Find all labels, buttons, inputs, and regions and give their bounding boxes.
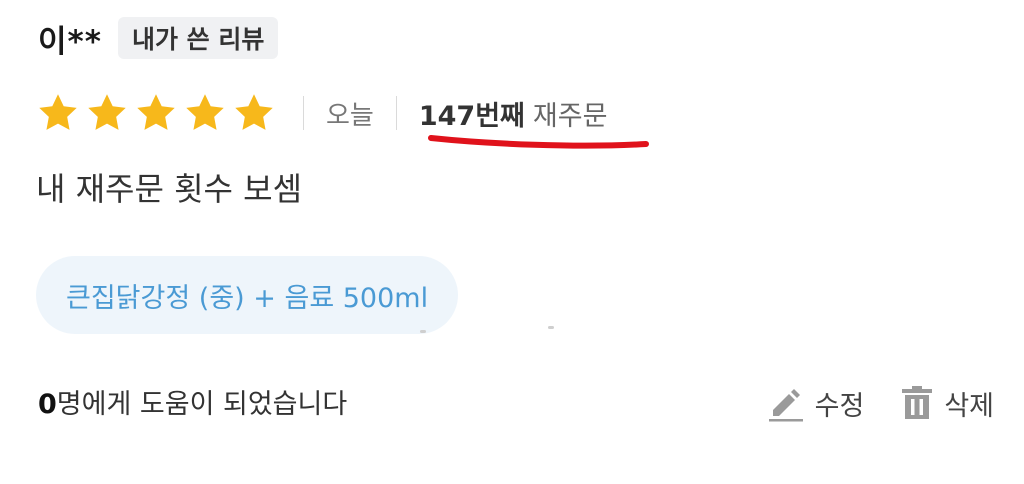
red-underline-annotation <box>428 135 649 149</box>
my-review-badge: 내가 쓴 리뷰 <box>117 17 279 59</box>
helpful-text: 명에게 도움이 되었습니다 <box>56 389 348 420</box>
divider <box>395 96 397 130</box>
delete-button[interactable]: 삭제 <box>900 384 994 423</box>
divider <box>303 96 304 130</box>
edit-label: 수정 <box>814 390 865 422</box>
review-header: 이** 내가 쓴 리뷰 <box>38 14 279 62</box>
star-rating <box>36 91 281 135</box>
star-icon <box>36 91 80 135</box>
pencil-icon <box>768 389 803 422</box>
reorder-count: 147번째 <box>418 100 525 132</box>
trash-icon <box>902 386 933 419</box>
edit-button[interactable]: 수정 <box>767 384 865 423</box>
helpful-info: 0명에게 도움이 되었습니다 <box>38 382 347 421</box>
reorder-label: 재주문 <box>532 100 608 132</box>
star-icon <box>232 91 276 135</box>
scan-artifact <box>548 326 554 329</box>
delete-label: 삭제 <box>944 390 994 422</box>
star-icon <box>183 91 227 135</box>
star-icon <box>85 91 129 135</box>
review-comment: 내 재주문 횟수 보셈 <box>36 170 303 208</box>
scan-artifact <box>420 330 426 333</box>
review-card: 이** 내가 쓴 리뷰 오늘 147번째 재주문 내 재주문 횟수 보셈 큰집닭… <box>0 0 1024 484</box>
reviewer-name: 이** <box>38 23 102 60</box>
helpful-count: 0 <box>38 389 57 420</box>
review-actions: 수정 삭제 <box>731 380 994 426</box>
ordered-menu-chip: 큰집닭강정 (중) + 음료 500ml <box>36 256 459 334</box>
review-date: 오늘 <box>326 100 374 131</box>
reorder-info: 147번째 재주문 <box>419 94 608 133</box>
star-icon <box>134 91 178 135</box>
